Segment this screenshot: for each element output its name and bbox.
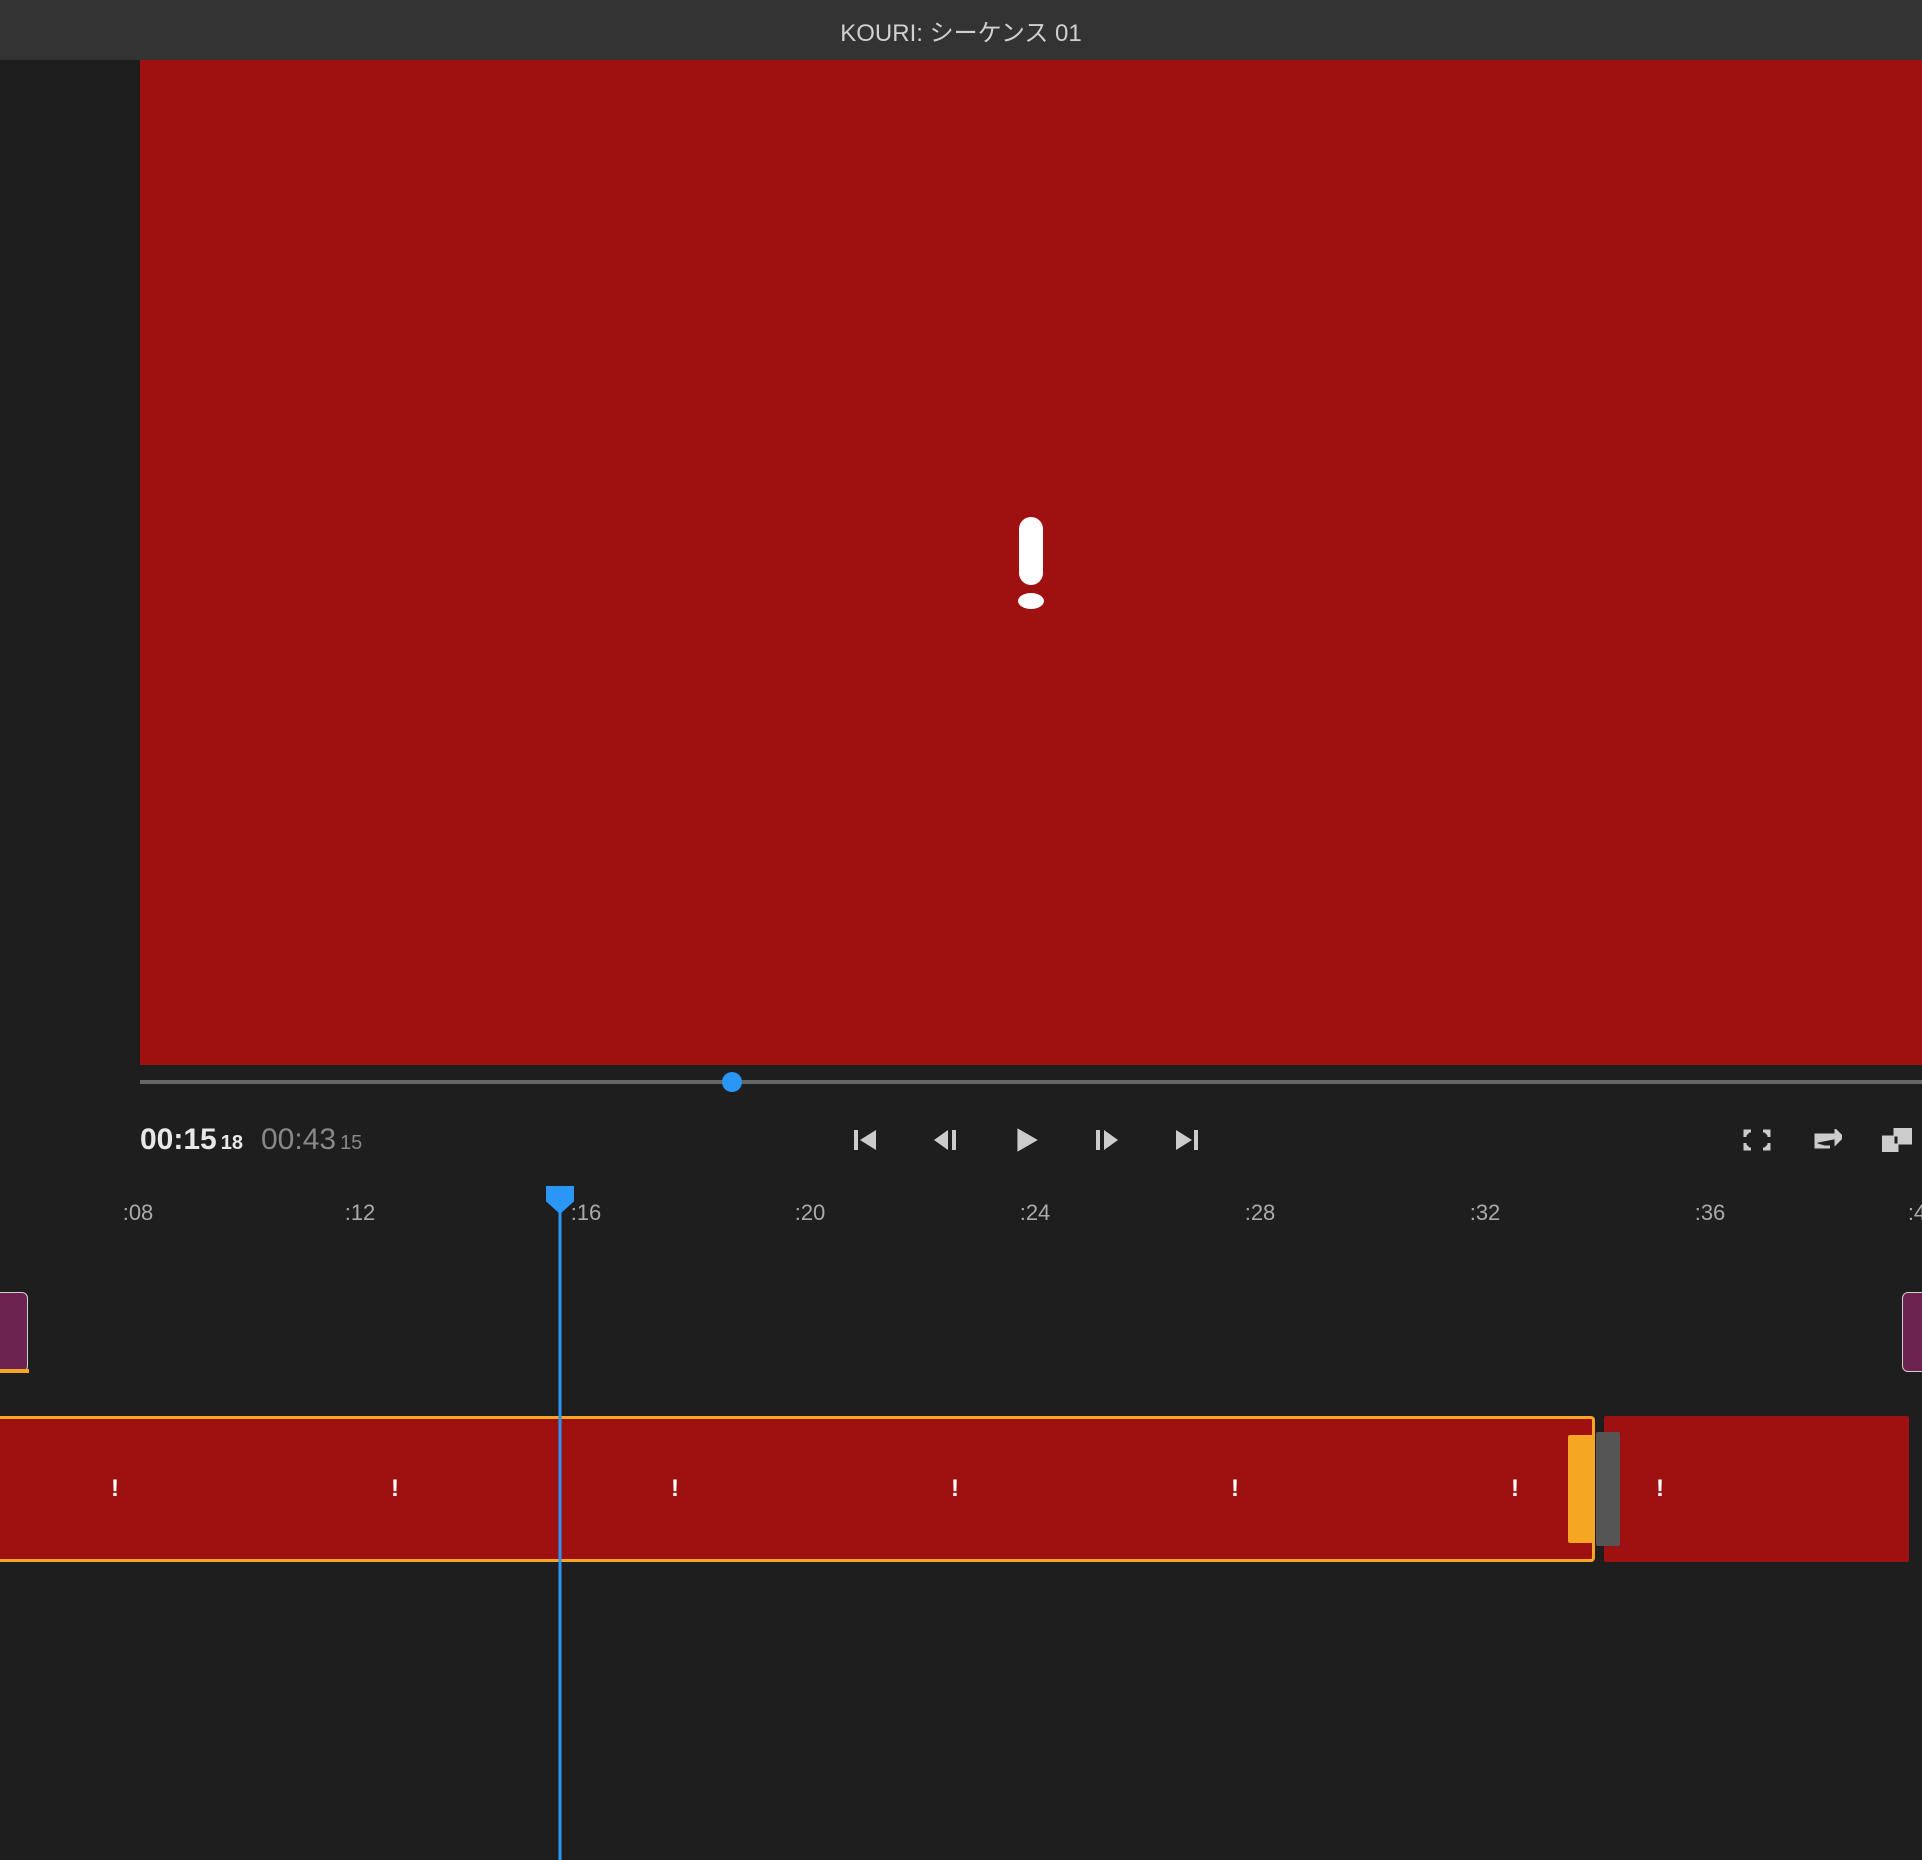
timecode-total: 00:43 (261, 1123, 336, 1157)
step-back-button[interactable] (930, 1124, 962, 1156)
timecode-current-frames: 18 (221, 1132, 243, 1155)
clip-error-icon: ! (111, 1475, 119, 1503)
ruler-label: :24 (1020, 1200, 1051, 1226)
ruler-label: :36 (1695, 1200, 1726, 1226)
ruler-label: :16 (571, 1200, 602, 1226)
clip-main-right[interactable]: ! (1604, 1416, 1909, 1562)
clip-edge-handle-right[interactable] (1568, 1435, 1594, 1543)
video-track-2[interactable]: !!!!!! ! (0, 1416, 1922, 1566)
transport-row: 00:15 18 00:43 15 (140, 1110, 1912, 1170)
clip-purple-left[interactable] (0, 1292, 28, 1372)
compare-view-button[interactable] (1882, 1127, 1912, 1153)
clip-error-icon: ! (671, 1475, 679, 1503)
clip-error-icon: ! (1656, 1475, 1664, 1503)
clip-error-icon: ! (951, 1475, 959, 1503)
clip-error-icon: ! (391, 1475, 399, 1503)
ruler-label: :12 (345, 1200, 376, 1226)
clip-error-icon: ! (1511, 1475, 1519, 1503)
ruler-label: :32 (1470, 1200, 1501, 1226)
progress-thumb[interactable] (722, 1072, 742, 1092)
ruler-label: :20 (795, 1200, 826, 1226)
window-title: KOURI: シーケンス 01 (840, 13, 1082, 48)
video-track-1[interactable] (0, 1292, 1922, 1374)
title-bar: KOURI: シーケンス 01 (0, 0, 1922, 60)
go-to-start-button[interactable] (850, 1124, 882, 1156)
clip-error-icon: ! (1231, 1475, 1239, 1503)
loop-button[interactable] (1812, 1127, 1842, 1153)
progress-track[interactable] (140, 1080, 1922, 1084)
ruler-label: :28 (1245, 1200, 1276, 1226)
clip-purple-right[interactable] (1902, 1292, 1922, 1372)
playhead-line (559, 1210, 562, 1860)
ruler-label: :08 (123, 1200, 154, 1226)
transport-controls (850, 1124, 1202, 1156)
preview-window[interactable] (140, 60, 1922, 1065)
go-to-end-button[interactable] (1170, 1124, 1202, 1156)
ruler-label: :4 (1908, 1200, 1922, 1226)
clip-main-selected[interactable]: !!!!!! (0, 1416, 1595, 1562)
clip-edge-handle-left[interactable] (1596, 1432, 1620, 1546)
timecode-current: 00:15 (140, 1123, 217, 1157)
step-forward-button[interactable] (1090, 1124, 1122, 1156)
timecode-total-frames: 15 (340, 1132, 362, 1155)
timecode: 00:15 18 00:43 15 (140, 1123, 362, 1157)
play-button[interactable] (1010, 1124, 1042, 1156)
error-exclamation-icon (1018, 517, 1044, 609)
timeline-ruler[interactable]: :08 :12 :16 :20 :24 :28 :32 :36 :4 (0, 1200, 1922, 1240)
right-controls (1742, 1127, 1912, 1153)
fullscreen-button[interactable] (1742, 1127, 1772, 1153)
